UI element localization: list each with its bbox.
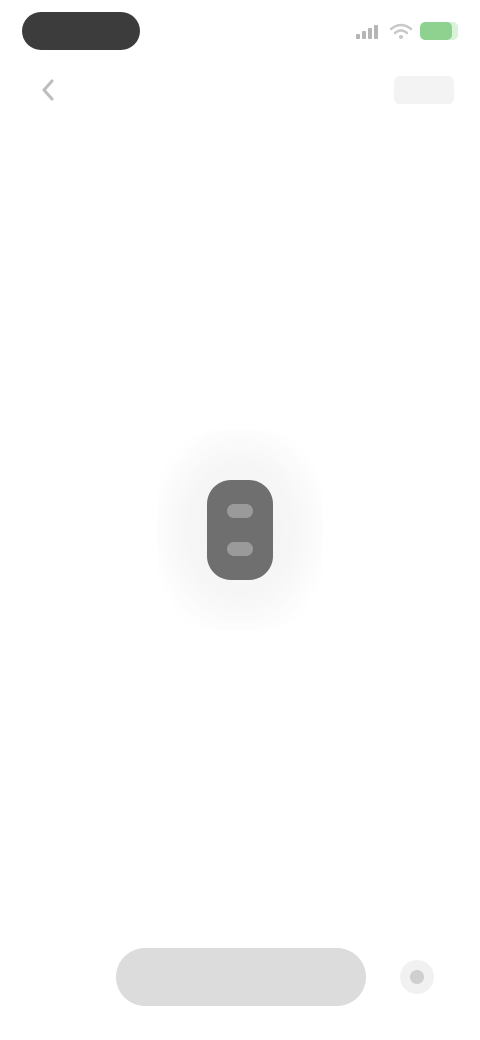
device-slot-bottom bbox=[227, 542, 253, 556]
signal-icon bbox=[356, 23, 382, 39]
device-slot-top bbox=[227, 504, 253, 518]
bottom-bar bbox=[0, 930, 480, 1030]
status-icons bbox=[356, 20, 458, 42]
status-bar bbox=[0, 0, 480, 64]
primary-action-button[interactable] bbox=[116, 948, 366, 1006]
app-screen bbox=[0, 0, 480, 1040]
back-button[interactable] bbox=[30, 76, 66, 104]
nav-bar bbox=[0, 64, 480, 116]
battery-fill bbox=[420, 22, 453, 40]
side-button[interactable] bbox=[400, 960, 434, 994]
circle-icon bbox=[410, 970, 424, 984]
nav-action-button[interactable] bbox=[394, 76, 454, 104]
battery-icon bbox=[420, 22, 458, 40]
chevron-left-icon bbox=[42, 79, 54, 101]
lock-device-icon bbox=[207, 480, 273, 580]
status-time-pill bbox=[22, 12, 140, 50]
center-illustration bbox=[158, 430, 322, 630]
page-title bbox=[140, 76, 340, 104]
wifi-icon bbox=[389, 23, 413, 39]
